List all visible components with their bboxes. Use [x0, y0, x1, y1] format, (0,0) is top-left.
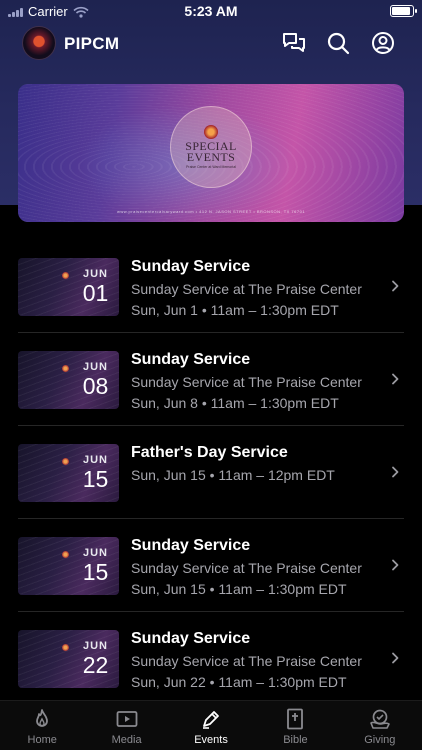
- church-emblem-icon: [62, 551, 69, 558]
- chevron-right-icon: [392, 466, 399, 478]
- tab-label: Bible: [283, 734, 308, 746]
- event-thumbnail: JUN 01: [18, 258, 119, 316]
- church-emblem-icon: [62, 644, 69, 651]
- event-text: Sunday Service Sunday Service at The Pra…: [131, 351, 386, 411]
- event-month: JUN: [82, 640, 108, 652]
- event-day: 01: [82, 280, 109, 306]
- chat-icon[interactable]: [281, 30, 307, 56]
- church-emblem-icon: [62, 458, 69, 465]
- app-header: PIPCM: [0, 26, 422, 62]
- event-time: Sun, Jun 8 • 11am – 1:30pm EDT: [131, 395, 339, 411]
- battery-fill: [392, 7, 411, 15]
- event-text: Sunday Service Sunday Service at The Pra…: [131, 537, 386, 597]
- event-text: Sunday Service Sunday Service at The Pra…: [131, 630, 386, 690]
- event-thumbnail: JUN 15: [18, 537, 119, 595]
- event-title: Sunday Service: [131, 630, 251, 647]
- event-subtitle: Sunday Service at The Praise Center: [131, 281, 362, 297]
- event-row[interactable]: JUN 22 Sunday Service Sunday Service at …: [0, 612, 422, 705]
- event-day: 15: [82, 466, 109, 492]
- tab-bible[interactable]: Bible: [253, 701, 337, 750]
- banner-footer: www.praisecentercalvaryward.com • 412 N.…: [116, 209, 306, 214]
- event-thumbnail: JUN 22: [18, 630, 119, 688]
- play-icon: [116, 711, 138, 727]
- tab-events[interactable]: Events: [169, 701, 253, 750]
- special-events-banner[interactable]: SPECIAL EVENTS Praise Center at Ward Mem…: [18, 84, 404, 222]
- event-time: Sun, Jun 15 • 11am – 1:30pm EDT: [131, 581, 347, 597]
- special-events-seal: SPECIAL EVENTS Praise Center at Ward Mem…: [170, 106, 252, 188]
- banner-title-line2: EVENTS: [186, 150, 236, 164]
- chevron-right-icon: [392, 280, 399, 292]
- event-row[interactable]: JUN 08 Sunday Service Sunday Service at …: [0, 333, 422, 426]
- tab-media[interactable]: Media: [84, 701, 168, 750]
- tab-home[interactable]: Home: [0, 701, 84, 750]
- flame-icon: [36, 709, 49, 727]
- event-title: Sunday Service: [131, 537, 251, 554]
- event-time: Sun, Jun 22 • 11am – 1:30pm EDT: [131, 674, 347, 690]
- church-emblem-icon: [62, 272, 69, 279]
- chevron-right-icon: [392, 559, 399, 571]
- tab-label: Events: [194, 734, 228, 746]
- app-title: PIPCM: [64, 34, 120, 53]
- church-emblem-icon: [204, 125, 218, 139]
- banner-tagline: Praise Center at Ward Memorial: [186, 165, 236, 169]
- event-month: JUN: [82, 547, 108, 559]
- event-time: Sun, Jun 1 • 11am – 1:30pm EDT: [131, 302, 339, 318]
- event-thumbnail: JUN 15: [18, 444, 119, 502]
- search-icon[interactable]: [325, 30, 351, 56]
- chevron-right-icon: [392, 373, 399, 385]
- event-month: JUN: [82, 361, 108, 373]
- chevron-right-icon: [392, 652, 399, 664]
- status-time: 5:23 AM: [184, 3, 238, 19]
- event-text: Father's Day Service Sun, Jun 15 • 11am …: [131, 444, 386, 483]
- profile-icon[interactable]: [370, 30, 396, 56]
- event-month: JUN: [82, 454, 108, 466]
- event-text: Sunday Service Sunday Service at The Pra…: [131, 258, 386, 318]
- event-subtitle: Sunday Service at The Praise Center: [131, 374, 362, 390]
- church-logo-avatar[interactable]: [22, 26, 56, 60]
- bible-icon: [287, 708, 304, 730]
- tab-label: Giving: [364, 734, 396, 746]
- event-month: JUN: [82, 268, 108, 280]
- events-list: JUN 01 Sunday Service Sunday Service at …: [0, 240, 422, 705]
- pen-icon: [203, 711, 219, 729]
- event-day: 15: [82, 559, 109, 585]
- event-thumbnail: JUN 08: [18, 351, 119, 409]
- giving-icon: [370, 709, 390, 729]
- event-title: Sunday Service: [131, 351, 251, 368]
- event-time: Sun, Jun 15 • 11am – 12pm EDT: [131, 467, 335, 483]
- tab-label: Media: [111, 734, 142, 746]
- church-emblem-icon: [62, 365, 69, 372]
- battery-icon: [390, 5, 417, 17]
- event-row[interactable]: JUN 15 Father's Day Service Sun, Jun 15 …: [0, 426, 422, 519]
- status-bar: Carrier 5:23 AM: [0, 0, 422, 22]
- event-subtitle: Sunday Service at The Praise Center: [131, 653, 362, 669]
- event-title: Father's Day Service: [131, 444, 288, 461]
- tab-bar: Home Media Events Bible Giving: [0, 700, 422, 750]
- tab-giving[interactable]: Giving: [338, 701, 422, 750]
- event-row[interactable]: JUN 01 Sunday Service Sunday Service at …: [0, 240, 422, 333]
- event-title: Sunday Service: [131, 258, 251, 275]
- event-day: 22: [82, 652, 109, 678]
- event-row[interactable]: JUN 15 Sunday Service Sunday Service at …: [0, 519, 422, 612]
- tab-label: Home: [27, 734, 57, 746]
- event-subtitle: Sunday Service at The Praise Center: [131, 560, 362, 576]
- event-day: 08: [82, 373, 109, 399]
